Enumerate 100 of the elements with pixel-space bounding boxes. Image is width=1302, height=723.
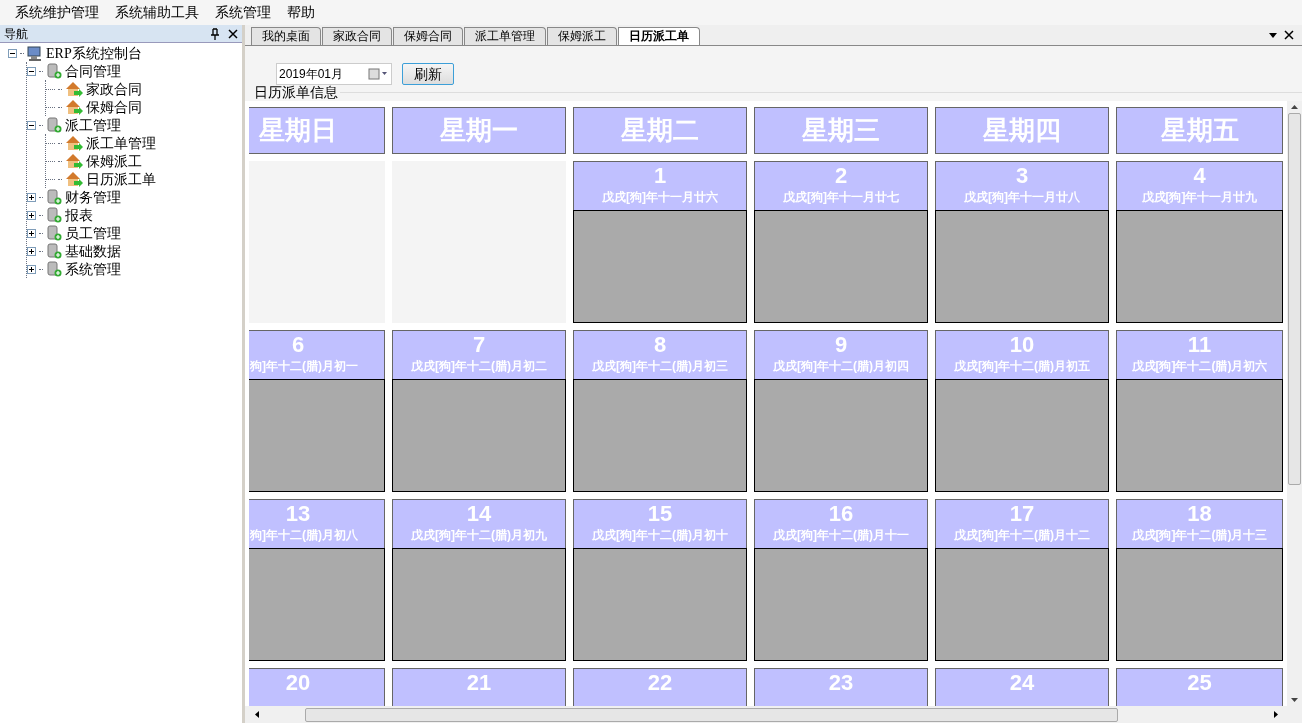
collapse-toggle[interactable] <box>27 66 36 76</box>
horizontal-scrollbar[interactable] <box>245 706 1302 723</box>
expand-toggle[interactable] <box>27 192 36 202</box>
lunar-date: 戊戌[狗]年十二(腊)月十一 <box>773 528 909 542</box>
lunar-date: 狗]年十二(腊)月初八 <box>250 528 358 542</box>
close-icon[interactable] <box>228 28 238 39</box>
pin-icon[interactable] <box>210 27 220 40</box>
plus-icon <box>28 211 35 219</box>
vertical-scrollbar[interactable] <box>1287 101 1302 706</box>
scroll-left-icon[interactable] <box>253 710 261 719</box>
day-body[interactable] <box>573 548 747 661</box>
house-icon <box>65 81 83 97</box>
computer-icon <box>27 45 43 61</box>
lunar-date: 戊戌[狗]年十二(腊)月初十 <box>592 528 728 542</box>
lunar-date: 戊戌[狗]年十二(腊)月初六 <box>1131 359 1268 373</box>
day-body[interactable] <box>392 548 566 661</box>
tab[interactable]: 我的桌面 <box>251 27 321 45</box>
expand-toggle[interactable] <box>27 228 36 238</box>
lunar-date: 戊戌[狗]年十二(腊)月十二 <box>954 528 1090 542</box>
lunar-date: 戊戌[狗]年十二(腊)月初五 <box>954 359 1090 373</box>
day-body[interactable] <box>1116 210 1283 323</box>
month-picker[interactable]: 2019年01月 <box>276 62 392 85</box>
dropdown-icon[interactable] <box>1268 31 1278 39</box>
lunar-date: 狗]年十二(腊)月初一 <box>250 359 358 373</box>
menu-item[interactable]: 系统维护管理 <box>8 2 106 23</box>
day-number: 10 <box>1009 331 1035 359</box>
day-body[interactable] <box>249 379 385 492</box>
day-number: 23 <box>828 669 854 697</box>
day-number: 17 <box>1009 500 1035 528</box>
tab[interactable]: 家政合同 <box>322 27 392 45</box>
lunar-date: 戊戌[狗]年十二(腊)月十三 <box>1131 528 1268 542</box>
day-number: 15 <box>647 500 673 528</box>
database-icon <box>46 117 62 133</box>
weekday-header: 星期二 <box>573 107 747 154</box>
close-icon[interactable] <box>1284 30 1294 40</box>
day-number: 2 <box>834 162 848 190</box>
collapse-toggle[interactable] <box>27 120 36 130</box>
day-body[interactable] <box>754 210 928 323</box>
day-body[interactable] <box>1116 379 1283 492</box>
day-number: 7 <box>472 331 486 359</box>
calendar-icon <box>368 67 388 80</box>
day-body[interactable] <box>754 548 928 661</box>
expand-toggle[interactable] <box>27 246 36 256</box>
weekday-header: 星期三 <box>754 107 928 154</box>
tab[interactable]: 保姆派工 <box>547 27 617 45</box>
day-number: 22 <box>647 669 673 697</box>
lunar-date: 戊戌[狗]年十二(腊)月初三 <box>592 359 728 373</box>
day-number: 20 <box>285 669 311 697</box>
weekday-header: 星期五 <box>1116 107 1283 154</box>
database-icon <box>46 207 62 223</box>
month-value: 2019年01月 <box>279 65 345 83</box>
expand-toggle[interactable] <box>27 210 36 220</box>
menu-item[interactable]: 系统管理 <box>208 2 278 23</box>
day-number: 16 <box>828 500 854 528</box>
day-number: 24 <box>1009 669 1035 697</box>
plus-icon <box>28 265 35 273</box>
tab[interactable]: 派工单管理 <box>464 27 546 45</box>
house-icon <box>65 99 83 115</box>
menu-item[interactable]: 帮助 <box>280 2 322 23</box>
lunar-date: 戊戌[狗]年十二(腊)月初九 <box>411 528 547 542</box>
day-body[interactable] <box>573 379 747 492</box>
weekday-header: 星期四 <box>935 107 1109 154</box>
day-body[interactable] <box>935 210 1109 323</box>
day-number: 9 <box>834 331 848 359</box>
tab[interactable]: 保姆合同 <box>393 27 463 45</box>
day-body[interactable] <box>392 379 566 492</box>
day-body[interactable] <box>1116 548 1283 661</box>
day-body[interactable] <box>754 379 928 492</box>
plus-icon <box>28 247 35 255</box>
day-number: 13 <box>285 500 311 528</box>
lunar-date: 戊戌[狗]年十一月廿八 <box>964 190 1080 204</box>
day-number: 11 <box>1187 331 1212 359</box>
day-body[interactable] <box>935 548 1109 661</box>
menu-item[interactable]: 系统辅助工具 <box>108 2 206 23</box>
tab[interactable]: 日历派工单 <box>618 27 700 45</box>
refresh-button[interactable]: 刷新 <box>402 62 454 85</box>
lunar-date: 戊戌[狗]年十二(腊)月初四 <box>773 359 909 373</box>
lunar-date: 戊戌[狗]年十二(腊)月初二 <box>411 359 547 373</box>
lunar-date: 戊戌[狗]年十一月廿九 <box>1141 190 1258 204</box>
lunar-date: 戊戌[狗]年十一月廿七 <box>783 190 899 204</box>
day-number: 14 <box>466 500 492 528</box>
plus-icon <box>28 229 35 237</box>
day-body[interactable] <box>573 210 747 323</box>
day-number: 21 <box>466 669 492 697</box>
day-number: 6 <box>291 331 305 359</box>
database-icon <box>46 261 62 277</box>
day-body[interactable] <box>935 379 1109 492</box>
database-icon <box>46 63 62 79</box>
day-number: 25 <box>1187 669 1212 697</box>
collapse-toggle[interactable] <box>8 48 17 58</box>
day-body[interactable] <box>249 548 385 661</box>
group-title: 日历派单信息 <box>253 84 339 101</box>
lunar-date: 戊戌[狗]年十一月廿六 <box>602 190 718 204</box>
day-number: 4 <box>1193 162 1206 190</box>
scroll-right-icon[interactable] <box>1272 710 1280 719</box>
panel-title: 导航 <box>4 25 29 43</box>
plus-icon <box>28 193 35 201</box>
house-icon <box>65 135 83 151</box>
day-number: 1 <box>653 162 667 190</box>
expand-toggle[interactable] <box>27 264 36 274</box>
